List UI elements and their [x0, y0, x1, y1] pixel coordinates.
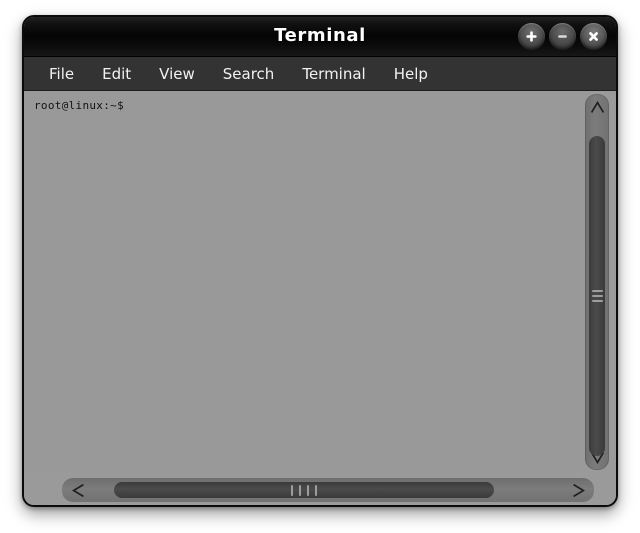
vertical-thumb-grip — [591, 287, 603, 305]
terminal-output-area[interactable]: root@linux:~$ — [24, 91, 578, 473]
terminal-window: Terminal File Edit View Search Terminal … — [22, 15, 618, 507]
close-icon — [589, 32, 598, 41]
menu-item-search[interactable]: Search — [212, 62, 286, 86]
vertical-scrollbar-column — [578, 91, 616, 473]
chevron-right-icon — [572, 483, 585, 497]
plus-icon — [526, 31, 537, 42]
window-controls — [518, 23, 607, 50]
terminal-prompt-line: root@linux:~$ — [34, 99, 124, 112]
close-button[interactable] — [580, 23, 607, 50]
scroll-up-arrow[interactable] — [585, 94, 609, 120]
scroll-right-arrow[interactable] — [562, 478, 594, 502]
horizontal-scroll-track[interactable] — [94, 478, 562, 502]
horizontal-scrollbar[interactable] — [62, 478, 594, 502]
menu-item-help[interactable]: Help — [383, 62, 439, 86]
menu-item-view[interactable]: View — [148, 62, 206, 86]
menu-bar: File Edit View Search Terminal Help — [24, 57, 616, 91]
minus-icon — [558, 35, 567, 38]
menu-item-edit[interactable]: Edit — [91, 62, 142, 86]
menu-item-terminal[interactable]: Terminal — [291, 62, 376, 86]
menu-item-file[interactable]: File — [38, 62, 85, 86]
horizontal-thumb-grip — [288, 484, 320, 496]
scroll-left-arrow[interactable] — [62, 478, 94, 502]
chevron-up-icon — [590, 100, 604, 113]
terminal-body: root@linux:~$ — [24, 91, 616, 473]
horizontal-scrollbar-row — [24, 473, 616, 505]
horizontal-scroll-thumb[interactable] — [114, 482, 494, 498]
title-bar[interactable]: Terminal — [24, 17, 616, 57]
chevron-left-icon — [71, 483, 84, 497]
maximize-button[interactable] — [518, 23, 545, 50]
vertical-scrollbar[interactable] — [585, 94, 609, 470]
minimize-button[interactable] — [549, 23, 576, 50]
vertical-scroll-track[interactable] — [585, 120, 609, 456]
vertical-scroll-thumb[interactable] — [589, 136, 605, 456]
screen: Terminal File Edit View Search Terminal … — [0, 0, 640, 533]
